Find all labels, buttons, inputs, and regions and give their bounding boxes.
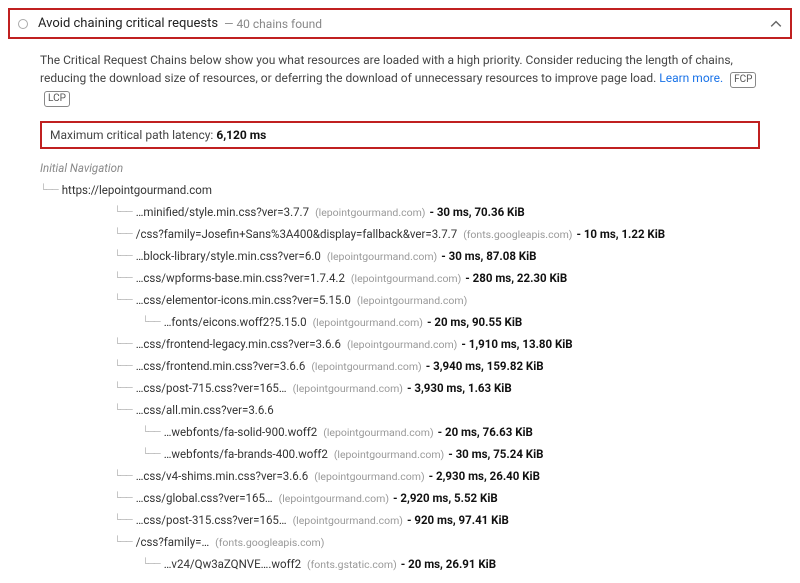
tree-row: └── /css?family=Josefin+Sans%3A400&displa… (40, 223, 772, 245)
resource-url[interactable]: …css/elementor-icons.min.css?ver=5.15.0 (136, 293, 351, 307)
badge-fcp: FCP (730, 72, 756, 88)
tree-connector: └── (114, 404, 132, 417)
resource-metrics: - 10 ms, 1.22 KiB (576, 227, 665, 241)
tree-connector: └── (114, 470, 132, 483)
learn-more-link[interactable]: Learn more. (659, 71, 723, 85)
tree-row: └── …block-library/style.min.css?ver=6.0 (… (40, 245, 772, 267)
tree-connector: └── (114, 382, 132, 395)
resource-metrics: - 1,910 ms, 13.80 KiB (461, 337, 572, 351)
audit-header[interactable]: Avoid chaining critical requests — 40 ch… (8, 8, 792, 39)
tree-connector: └── (40, 184, 58, 197)
audit-subtitle: — 40 chains found (224, 17, 322, 31)
status-icon (18, 19, 28, 29)
desc-text: The Critical Request Chains below show y… (40, 53, 733, 85)
tree-connector: └── (142, 426, 160, 439)
tree-row: └── …minified/style.min.css?ver=3.7.7 (lep… (40, 201, 772, 223)
tree-row: └── …css/global.css?ver=165… (lepointgourm… (40, 487, 772, 509)
resource-origin: (lepointgourmand.com) (293, 514, 403, 527)
root-url[interactable]: https://lepointgourmand.com (62, 183, 212, 197)
tree-row: └── …css/v4-shims.min.css?ver=3.6.6 (lepoi… (40, 465, 772, 487)
resource-url[interactable]: …css/frontend-legacy.min.css?ver=3.6.6 (136, 337, 341, 351)
resource-metrics: - 30 ms, 75.24 KiB (448, 447, 543, 461)
resource-metrics: - 30 ms, 87.08 KiB (441, 249, 536, 263)
resource-url[interactable]: …css/post-315.css?ver=165… (136, 513, 287, 527)
resource-metrics: - 20 ms, 76.63 KiB (438, 425, 533, 439)
resource-url[interactable]: …block-library/style.min.css?ver=6.0 (136, 249, 321, 263)
tree-row: └── …webfonts/fa-brands-400.woff2 (lepoint… (40, 443, 772, 465)
latency-label: Maximum critical path latency: (50, 128, 216, 142)
resource-origin: (lepointgourmand.com) (327, 250, 437, 263)
tree-row: └── …css/frontend-legacy.min.css?ver=3.6.… (40, 333, 772, 355)
audit-description: The Critical Request Chains below show y… (8, 47, 792, 117)
tree-connector: └── (114, 360, 132, 373)
tree-connector: └── (114, 536, 132, 549)
resource-url[interactable]: …webfonts/fa-solid-900.woff2 (164, 425, 318, 439)
resource-url[interactable]: …fonts/eicons.woff2?5.15.0 (164, 315, 307, 329)
tree-connector: └── (114, 514, 132, 527)
tree-row: └── …css/post-715.css?ver=165… (lepointgou… (40, 377, 772, 399)
tree-connector: └── (142, 558, 160, 571)
resource-url[interactable]: …css/frontend.min.css?ver=3.6.6 (136, 359, 306, 373)
resource-origin: (lepointgourmand.com) (314, 470, 424, 483)
tree-connector: └── (114, 272, 132, 285)
tree-row: └── …fonts/eicons.woff2?5.15.0 (lepointgou… (40, 311, 772, 333)
resource-origin: (lepointgourmand.com) (323, 426, 433, 439)
resource-metrics: - 30 ms, 70.36 KiB (429, 205, 524, 219)
badge-lcp: LCP (44, 91, 70, 107)
resource-origin: (lepointgourmand.com) (293, 382, 403, 395)
resource-origin: (fonts.googleapis.com) (463, 228, 572, 241)
resource-origin: (fonts.gstatic.com) (307, 558, 397, 571)
resource-url[interactable]: …minified/style.min.css?ver=3.7.7 (136, 205, 309, 219)
tree-connector: └── (142, 448, 160, 461)
resource-origin: (lepointgourmand.com) (313, 316, 423, 329)
resource-url[interactable]: /css?family=… (136, 535, 209, 549)
tree-row: └── …css/post-315.css?ver=165… (lepointgou… (40, 509, 772, 531)
tree-row: └── …css/frontend.min.css?ver=3.6.6 (lepoi… (40, 355, 772, 377)
resource-origin: (lepointgourmand.com) (311, 360, 421, 373)
tree-row: └── …css/wpforms-base.min.css?ver=1.7.4.2… (40, 267, 772, 289)
resource-url[interactable]: …css/all.min.css?ver=3.6.6 (136, 403, 274, 417)
latency-box: Maximum critical path latency: 6,120 ms (40, 121, 760, 149)
tree-row: └── …v24/Qw3aZQNVE….woff2 (fonts.gstatic.c… (40, 553, 772, 575)
tree-connector: └── (114, 294, 132, 307)
tree-row: └── /css?family=… (fonts.googleapis.com) (40, 531, 772, 553)
resource-metrics: - 2,930 ms, 26.40 KiB (429, 469, 540, 483)
resource-metrics: - 3,940 ms, 159.82 KiB (426, 359, 544, 373)
request-tree: Initial Navigation └── https://lepointgo… (40, 157, 772, 575)
chevron-up-icon[interactable] (770, 18, 782, 30)
resource-metrics: - 20 ms, 90.55 KiB (427, 315, 522, 329)
tree-row: └── …css/all.min.css?ver=3.6.6 (40, 399, 772, 421)
resource-url[interactable]: …css/v4-shims.min.css?ver=3.6.6 (136, 469, 309, 483)
resource-url[interactable]: …v24/Qw3aZQNVE….woff2 (164, 557, 301, 571)
resource-url[interactable]: …css/global.css?ver=165… (136, 491, 273, 505)
resource-origin: (fonts.googleapis.com) (215, 536, 324, 549)
initial-navigation-label: Initial Navigation (40, 161, 123, 175)
resource-origin: (lepointgourmand.com) (334, 448, 444, 461)
resource-origin: (lepointgourmand.com) (351, 272, 461, 285)
resource-url[interactable]: …css/post-715.css?ver=165… (136, 381, 287, 395)
tree-row: └── …webfonts/fa-solid-900.woff2 (lepointg… (40, 421, 772, 443)
resource-metrics: - 280 ms, 22.30 KiB (465, 271, 567, 285)
tree-row: └── …css/elementor-icons.min.css?ver=5.15… (40, 289, 772, 311)
resource-origin: (lepointgourmand.com) (315, 206, 425, 219)
audit-title: Avoid chaining critical requests (38, 16, 218, 31)
resource-url[interactable]: /css?family=Josefin+Sans%3A400&display=f… (136, 227, 457, 241)
resource-metrics: - 920 ms, 97.41 KiB (407, 513, 509, 527)
tree-connector: └── (114, 338, 132, 351)
resource-url[interactable]: …webfonts/fa-brands-400.woff2 (164, 447, 328, 461)
resource-url[interactable]: …css/wpforms-base.min.css?ver=1.7.4.2 (136, 271, 345, 285)
tree-connector: └── (114, 492, 132, 505)
latency-value: 6,120 ms (216, 128, 266, 142)
tree-connector: └── (114, 228, 132, 241)
resource-metrics: - 3,930 ms, 1.63 KiB (407, 381, 512, 395)
tree-connector: └── (114, 206, 132, 219)
tree-connector: └── (142, 316, 160, 329)
resource-origin: (lepointgourmand.com) (347, 338, 457, 351)
resource-metrics: - 2,920 ms, 5.52 KiB (393, 491, 498, 505)
resource-metrics: - 20 ms, 26.91 KiB (401, 557, 496, 571)
resource-origin: (lepointgourmand.com) (279, 492, 389, 505)
resource-origin: (lepointgourmand.com) (357, 294, 467, 307)
tree-connector: └── (114, 250, 132, 263)
